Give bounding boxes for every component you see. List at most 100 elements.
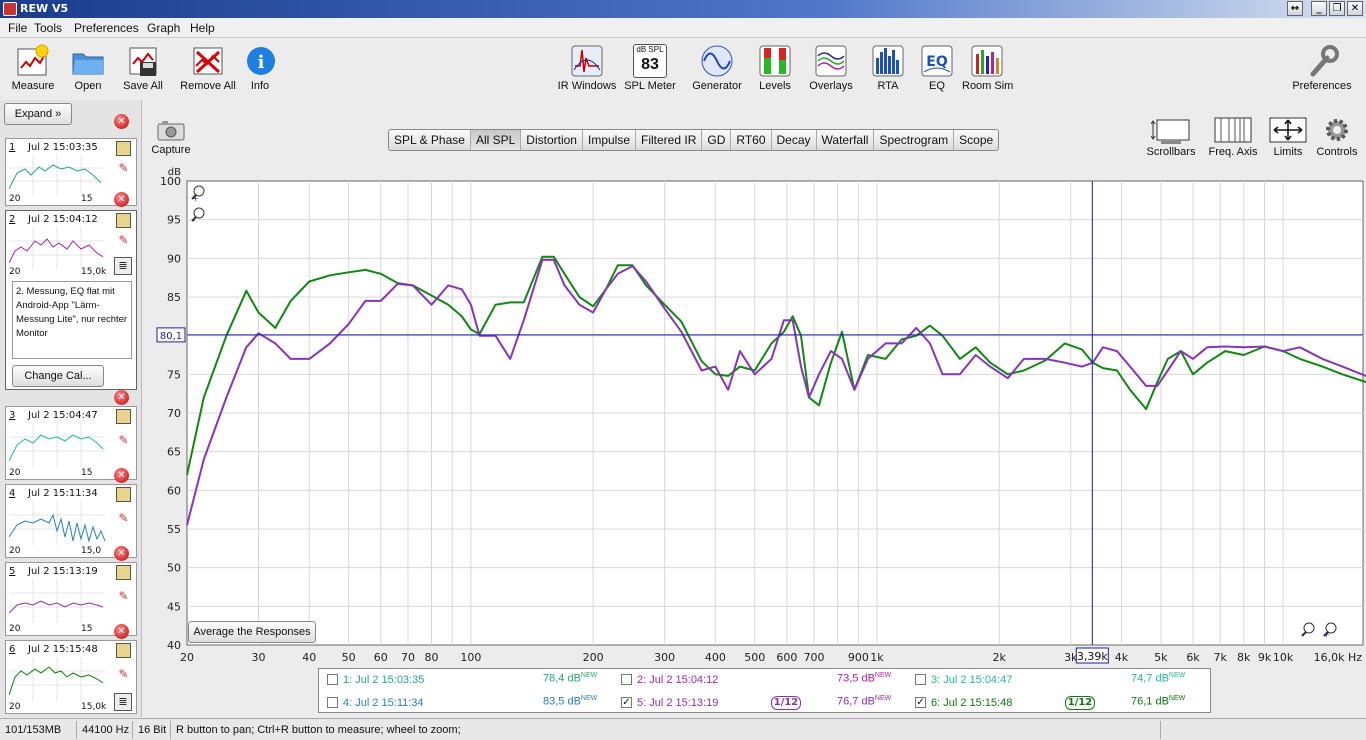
remove-measurement-1-icon[interactable]: ✕ <box>114 114 129 129</box>
tab-scope[interactable]: Scope <box>954 130 998 150</box>
notes-icon[interactable]: ≣ <box>114 693 132 711</box>
notes-icon[interactable]: ≣ <box>114 257 132 275</box>
remove-measurement-5-icon[interactable]: ✕ <box>114 546 129 561</box>
color-picker-icon[interactable] <box>116 565 131 580</box>
x-axis-end-label: 16,0k Hz <box>1314 651 1363 664</box>
spl-chart-svg[interactable]: 20 30 40 50 60 70 80 100 200 300 400 500 600 700 900 1k… <box>142 160 1366 668</box>
eq-button[interactable]: EQ EQ <box>920 44 954 92</box>
remove-measurement-6-icon[interactable]: ✕ <box>114 624 129 639</box>
pen-icon[interactable]: ✎ <box>116 433 131 448</box>
measure-button[interactable]: Measure <box>8 44 58 92</box>
limits-icon <box>1268 116 1308 144</box>
scrollbars-button[interactable]: Scrollbars <box>1144 116 1198 158</box>
y-tick-label: 75 <box>167 368 181 381</box>
y-tick-label: 95 <box>167 214 181 227</box>
measurement-legend: 1: Jul 2 15:03:35 78,4 dBNEW 2: Jul 2 15… <box>318 668 1211 713</box>
legend-checkbox-2[interactable] <box>621 674 632 685</box>
overlays-button[interactable]: Overlays <box>806 44 856 92</box>
capture-button[interactable]: Capture <box>150 118 192 156</box>
controls-button[interactable]: Controls <box>1314 116 1360 158</box>
minimize-button[interactable]: _ <box>1311 1 1327 16</box>
freq-axis-button[interactable]: Freq. Axis <box>1204 116 1262 158</box>
rta-button[interactable]: RTA <box>869 44 907 92</box>
y-tick-label: 65 <box>167 446 181 459</box>
room-sim-button[interactable]: Room Sim <box>962 44 1013 92</box>
smoothing-badge-5[interactable]: 1/12 <box>771 696 801 710</box>
info-button[interactable]: i Info <box>244 44 276 92</box>
save-icon <box>126 44 160 78</box>
tab-waterfall[interactable]: Waterfall <box>817 130 875 150</box>
zoom-out-horizontal-icon[interactable]: - <box>1300 622 1316 641</box>
pen-icon[interactable]: ✎ <box>116 233 131 248</box>
y-tick-label: 55 <box>167 523 181 536</box>
pen-icon[interactable]: ✎ <box>116 667 131 682</box>
spl-graph[interactable]: 20 30 40 50 60 70 80 100 200 300 400 500 600 700 900 1k… <box>142 160 1366 668</box>
expand-button[interactable]: Expand » <box>4 103 72 125</box>
zoom-in-vertical-icon[interactable]: + <box>190 185 206 204</box>
menu-tools[interactable]: Tools <box>34 21 62 35</box>
freq-axis-icon <box>1213 116 1253 144</box>
measurement-card-6[interactable]: 6 Jul 2 15:15:48 20 15,0k ✎ ≣ <box>5 640 137 714</box>
smoothing-badge-6[interactable]: 1/12 <box>1065 696 1095 710</box>
menu-help[interactable]: Help <box>190 21 215 35</box>
tab-distortion[interactable]: Distortion <box>521 130 583 150</box>
color-picker-icon[interactable] <box>116 141 131 156</box>
spl-meter-button[interactable]: dB SPL 83 SPL Meter <box>622 44 678 92</box>
color-picker-icon[interactable] <box>116 409 131 424</box>
measurements-panel: Expand » ✕ 1 Jul 2 15:03:35 20 15 ✎ ✕ 2 … <box>0 100 142 717</box>
svg-text:+: + <box>192 194 199 201</box>
color-picker-icon[interactable] <box>116 487 131 502</box>
limits-button[interactable]: Limits <box>1266 116 1310 158</box>
zoom-in-horizontal-icon[interactable]: + <box>1322 622 1338 641</box>
legend-checkbox-4[interactable] <box>327 697 338 708</box>
generator-button[interactable]: Generator <box>690 44 744 92</box>
tab-gd[interactable]: GD <box>702 130 732 150</box>
pen-icon[interactable]: ✎ <box>116 161 131 176</box>
tab-rt60[interactable]: RT60 <box>731 130 772 150</box>
tab-all-spl[interactable]: All SPL <box>470 130 522 150</box>
remove-measurement-2-icon[interactable]: ✕ <box>114 192 129 207</box>
preferences-button[interactable]: Preferences <box>1290 44 1354 92</box>
generator-icon <box>700 44 734 78</box>
remove-all-button[interactable]: Remove All <box>178 44 238 92</box>
legend-checkbox-6[interactable]: ✓ <box>915 697 926 708</box>
resize-toggle-button[interactable]: ↔ <box>1287 1 1303 16</box>
remove-measurement-3-icon[interactable]: ✕ <box>114 390 129 405</box>
measurement-notes[interactable]: 2. Messung, EQ flat mit Android-App "Lär… <box>12 281 132 359</box>
legend-checkbox-3[interactable] <box>915 674 926 685</box>
levels-button[interactable]: Levels <box>756 44 794 92</box>
maximize-button[interactable]: ❐ <box>1329 1 1345 16</box>
change-cal-button[interactable]: Change Cal... <box>12 365 104 387</box>
tab-spl-phase[interactable]: SPL & Phase <box>389 130 471 150</box>
x-tick-label: 50 <box>342 651 356 664</box>
x-tick-label: 4k <box>1115 651 1129 664</box>
menu-file[interactable]: File <box>8 21 27 35</box>
color-picker-icon[interactable] <box>116 643 131 658</box>
zoom-out-vertical-icon[interactable]: - <box>190 207 206 226</box>
save-all-button[interactable]: Save All <box>120 44 166 92</box>
legend-name-5: 5: Jul 2 15:13:19 <box>637 697 719 709</box>
x-tick-label: 80 <box>425 651 439 664</box>
pen-icon[interactable]: ✎ <box>116 511 131 526</box>
measurement-card-2[interactable]: 2 Jul 2 15:04:12 20 15,0k ✎ ≣ 2. Messung… <box>5 210 137 390</box>
average-responses-button[interactable]: Average the Responses <box>188 621 316 643</box>
mini-graph-6 <box>9 657 105 701</box>
ir-windows-button[interactable]: IR Windows <box>556 44 618 92</box>
close-button[interactable]: ✕ <box>1347 1 1363 16</box>
tab-impulse[interactable]: Impulse <box>583 130 637 150</box>
x-tick-label: 20 <box>180 651 194 664</box>
menu-graph[interactable]: Graph <box>147 21 180 35</box>
open-button[interactable]: Open <box>68 44 108 92</box>
tab-decay[interactable]: Decay <box>772 130 817 150</box>
x-tick-label: 100 <box>460 651 481 664</box>
tab-spectrogram[interactable]: Spectrogram <box>874 130 955 150</box>
legend-checkbox-5[interactable]: ✓ <box>621 697 632 708</box>
mini-graph-5 <box>9 579 105 623</box>
remove-measurement-4-icon[interactable]: ✕ <box>114 468 129 483</box>
menu-preferences[interactable]: Preferences <box>74 21 139 35</box>
color-picker-icon[interactable] <box>116 213 131 228</box>
legend-name-3: 3: Jul 2 15:04:47 <box>931 674 1013 686</box>
legend-checkbox-1[interactable] <box>327 674 338 685</box>
pen-icon[interactable]: ✎ <box>116 589 131 604</box>
tab-filtered-ir[interactable]: Filtered IR <box>636 130 703 150</box>
